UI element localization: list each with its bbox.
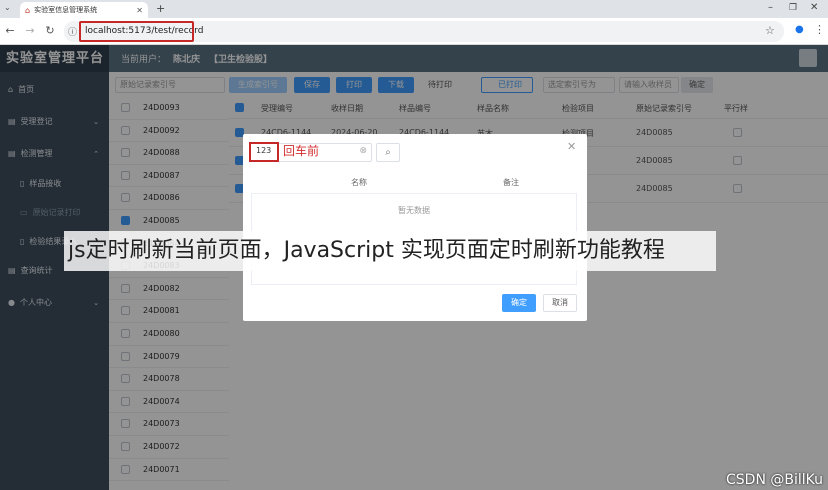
reload-icon[interactable]: ↻ (42, 22, 58, 40)
browser-menu-icon[interactable]: ⋮ (814, 23, 825, 36)
close-tab-icon[interactable]: ✕ (136, 6, 143, 15)
bookmark-star-icon[interactable]: ☆ (765, 24, 775, 37)
input-value: 123 (256, 146, 272, 155)
ok-button[interactable]: 确定 (502, 294, 536, 312)
tab-title: 实验室信息管理系统 (34, 6, 98, 14)
close-window-icon[interactable]: ✕ (810, 2, 818, 13)
forward-icon[interactable]: → (22, 22, 38, 40)
clear-input-icon[interactable]: ⊗ (359, 146, 367, 156)
watermark: CSDN @BillKu (726, 472, 823, 488)
site-info-icon[interactable]: ⓘ (68, 25, 77, 38)
maximize-icon[interactable]: ❐ (789, 3, 797, 13)
browser-tab[interactable]: ⌂ 实验室信息管理系统 ✕ (20, 2, 148, 18)
profile-icon[interactable]: ● (795, 24, 804, 35)
site-favicon-icon: ⌂ (25, 5, 31, 15)
close-icon[interactable]: ✕ (567, 140, 576, 153)
back-icon[interactable]: ← (2, 22, 18, 40)
empty-text: 暂无数据 (398, 206, 430, 215)
article-caption: js定时刷新当前页面，JavaScript 实现页面定时刷新功能教程 (64, 231, 716, 271)
input-value-highlight: 123 (249, 142, 279, 162)
new-tab-icon[interactable]: + (156, 2, 165, 15)
col-header-note: 备注 (503, 178, 519, 187)
dialog-table-header: 名称 备注 (251, 172, 577, 194)
annotation-label: 回车前 (283, 144, 320, 158)
search-icon: ⌕ (385, 147, 391, 158)
minimize-icon[interactable]: – (768, 2, 773, 13)
tab-menu-chevron-icon[interactable]: ⌄ (4, 3, 11, 12)
browser-tabbar: ⌄ ⌂ 实验室信息管理系统 ✕ + – ❐ ✕ (0, 0, 828, 18)
cancel-button[interactable]: 取消 (543, 294, 577, 312)
col-header-name: 名称 (351, 178, 367, 187)
search-button[interactable]: ⌕ (376, 143, 400, 162)
url-highlight-box (79, 21, 194, 42)
